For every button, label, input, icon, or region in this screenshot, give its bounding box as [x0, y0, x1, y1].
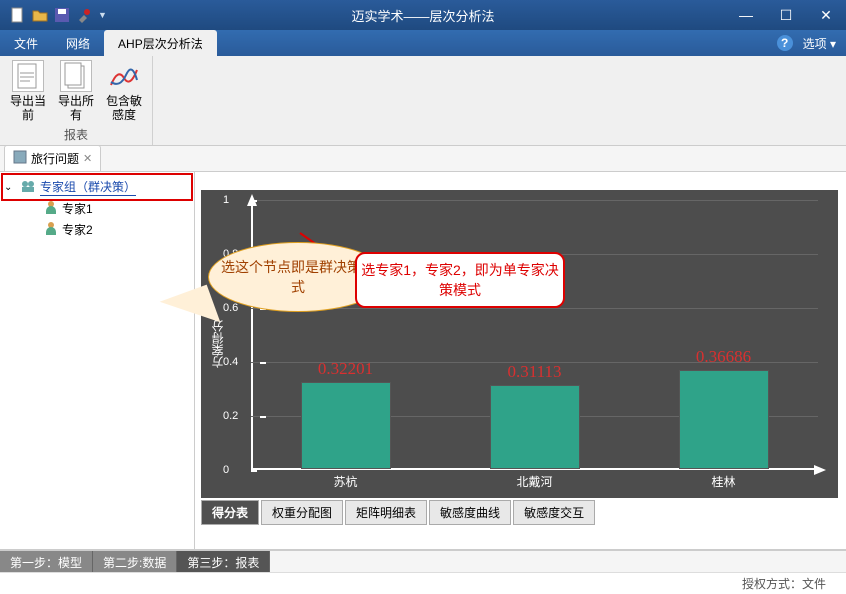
- export-current-label: 导出当前: [6, 94, 50, 123]
- document-tab[interactable]: 旅行问题 ✕: [4, 145, 101, 171]
- license-status: 授权方式：文件: [742, 575, 826, 592]
- menubar: 文件 网络 AHP层次分析法 ? 选项 ▾: [0, 30, 846, 56]
- tree-panel: ⌄ 专家组（群决策） 专家1 专家2: [0, 172, 195, 549]
- person-icon: [44, 200, 58, 217]
- export-current-button[interactable]: 导出当前: [6, 60, 50, 123]
- x-axis-arrow-icon: [814, 465, 826, 475]
- y-axis: [251, 200, 253, 470]
- callout-tail: [165, 302, 215, 352]
- chart-tab-sensitivity-interactive[interactable]: 敏感度交互: [513, 500, 595, 525]
- tools-icon[interactable]: [76, 7, 92, 23]
- chart-bar: [301, 382, 391, 469]
- step-report[interactable]: 第三步：报表: [177, 551, 270, 572]
- workspace: 选这个节点即是群决策模式 ⌄ 专家组（群决策） 专家1 专家2 选专家1，专家2…: [0, 172, 846, 550]
- chart-tab-sensitivity-curve[interactable]: 敏感度曲线: [429, 500, 511, 525]
- chart-bar: [490, 385, 580, 469]
- chart-tabs: 得分表 权重分配图 矩阵明细表 敏感度曲线 敏感度交互: [201, 500, 595, 525]
- tree-item-expert1[interactable]: 专家1: [4, 198, 190, 219]
- menu-network[interactable]: 网络: [52, 30, 104, 56]
- new-icon[interactable]: [10, 7, 26, 23]
- export-all-label: 导出所有: [54, 94, 98, 123]
- group-icon: [20, 179, 36, 196]
- statusbar: 授权方式：文件: [0, 572, 846, 594]
- steps-bar: 第一步：模型 第二步:数据 第三步：报表: [0, 550, 846, 572]
- ribbon-group-label: 报表: [6, 126, 146, 143]
- close-button[interactable]: ✕: [806, 1, 846, 29]
- save-icon[interactable]: [54, 7, 70, 23]
- step-data[interactable]: 第二步:数据: [93, 551, 177, 572]
- ribbon-group-report: 导出当前 导出所有 包含敏感度 报表: [0, 56, 153, 145]
- menu-file[interactable]: 文件: [0, 30, 52, 56]
- minimize-button[interactable]: —: [726, 1, 766, 29]
- y-tick: 0.6: [223, 302, 238, 314]
- quick-access-toolbar: ▼: [0, 7, 108, 23]
- help-icon[interactable]: ?: [777, 35, 793, 51]
- y-tick: 0: [223, 464, 229, 476]
- bar-value-label: 0.36686: [696, 347, 751, 367]
- y-tick: 0.4: [223, 356, 238, 368]
- bar-value-label: 0.32201: [318, 359, 373, 379]
- tree-item-label: 专家2: [62, 221, 93, 238]
- export-current-icon: [12, 60, 44, 92]
- maximize-button[interactable]: ☐: [766, 1, 806, 29]
- document-tabstrip: 旅行问题 ✕: [0, 146, 846, 172]
- qat-dropdown-icon[interactable]: ▼: [98, 7, 108, 23]
- chart-tab-weight[interactable]: 权重分配图: [261, 500, 343, 525]
- menu-ahp[interactable]: AHP层次分析法: [104, 30, 217, 56]
- ribbon: 导出当前 导出所有 包含敏感度 报表: [0, 56, 846, 146]
- bar-value-label: 0.31113: [508, 362, 562, 382]
- chart-tab-matrix[interactable]: 矩阵明细表: [345, 500, 427, 525]
- window-title: 迈实学术——层次分析法: [351, 6, 494, 25]
- export-all-icon: [60, 60, 92, 92]
- person-icon: [44, 221, 58, 238]
- tree-root-expert-group[interactable]: ⌄ 专家组（群决策）: [4, 176, 190, 198]
- document-tab-label: 旅行问题: [31, 150, 79, 167]
- category-label: 苏杭: [333, 473, 357, 490]
- y-tick: 1: [223, 194, 229, 206]
- include-sensitivity-button[interactable]: 包含敏感度: [102, 60, 146, 123]
- export-all-button[interactable]: 导出所有: [54, 60, 98, 123]
- tree-item-expert2[interactable]: 专家2: [4, 219, 190, 240]
- chart-bar: [679, 370, 769, 469]
- y-tick: 0.2: [223, 410, 238, 422]
- options-menu[interactable]: 选项 ▾: [803, 35, 836, 52]
- content-area: 选专家1，专家2，即为单专家决策模式 方案得分 00.20.40.60.810.…: [195, 172, 846, 549]
- sensitivity-icon: [108, 60, 140, 92]
- category-label: 桂林: [711, 473, 735, 490]
- tree-item-label: 专家1: [62, 200, 93, 217]
- close-tab-icon[interactable]: ✕: [83, 152, 92, 165]
- chart-area: 方案得分 00.20.40.60.810.32201苏杭0.31113北戴河0.…: [201, 190, 838, 498]
- collapse-icon[interactable]: ⌄: [4, 182, 16, 193]
- open-icon[interactable]: [32, 7, 48, 23]
- callout-single-expert: 选专家1，专家2，即为单专家决策模式: [355, 252, 565, 308]
- document-icon: [13, 150, 27, 167]
- titlebar: ▼ 迈实学术——层次分析法 — ☐ ✕: [0, 0, 846, 30]
- chart-tab-score-table[interactable]: 得分表: [201, 500, 259, 525]
- step-model[interactable]: 第一步：模型: [0, 551, 93, 572]
- include-sensitivity-label: 包含敏感度: [102, 94, 146, 123]
- category-label: 北戴河: [516, 473, 552, 490]
- gridline: [251, 200, 818, 201]
- tree-root-label: 专家组（群决策）: [40, 178, 136, 196]
